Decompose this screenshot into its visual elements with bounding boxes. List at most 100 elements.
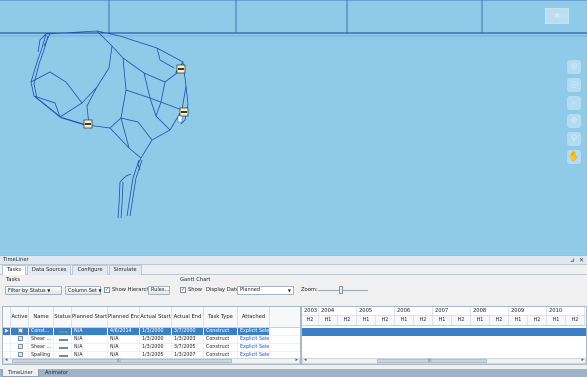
col-header-actual-start[interactable]: Actual Start (140, 307, 172, 327)
gantt-year-label: 2003 (304, 307, 319, 315)
table-row[interactable]: ✓ Shear ... N/A N/A 1/3/2000 3/7/2005 Construc… (3, 344, 300, 352)
display-dates-value: Planned (240, 287, 261, 293)
gantt-scroll-left-arrow[interactable]: ◂ (304, 357, 307, 363)
gantt-half-label: H1 (319, 316, 338, 325)
active-checkbox[interactable]: ✓ (11, 344, 29, 351)
active-checkbox-box[interactable]: ✓ (18, 336, 23, 341)
actual-end: 1/3/2003 (172, 336, 204, 343)
planned-start: N/A (72, 328, 108, 335)
active-checkbox[interactable]: ✓ (11, 328, 29, 335)
actual-end: 3/7/2005 (172, 344, 204, 351)
actual-start: 1/3/2000 (140, 328, 172, 335)
tab-tasks[interactable]: Tasks (2, 265, 26, 275)
zoom-label: Zoom: (301, 287, 318, 293)
tasks-group-label: Tasks (6, 277, 20, 283)
gantt-horizontal-scrollbar[interactable]: ◂ III ▸ (302, 357, 586, 364)
display-dates-select[interactable]: Planned ▼ (237, 286, 294, 295)
task-name: Shear ... (29, 336, 54, 343)
task-type: Construct (204, 328, 238, 335)
row-indicator (3, 344, 11, 351)
gantt-half-label: H1 (509, 316, 528, 325)
structure-wireframe (30, 30, 189, 219)
task-name: Const... (29, 328, 54, 335)
attached[interactable]: Explicit Selectio (238, 328, 270, 335)
active-checkbox-box[interactable]: ✓ (18, 328, 23, 333)
app-window: ▣ ⊕ ◎ ⌕ ✥ ⚲ ✋ TimeLiner ⊿ ✕ Tasks Data S… (0, 0, 587, 377)
zoom-slider-thumb[interactable] (339, 286, 343, 294)
gantt-year-label: 2005 (357, 307, 395, 315)
zoom-icon[interactable]: ⌕ (567, 96, 581, 110)
grid-header: Active Name Status Planned Start Planned… (3, 307, 300, 328)
look-around-icon[interactable]: ◎ (567, 78, 581, 92)
dock-tabs: TimeLiner Animator (0, 369, 587, 377)
task-name: Shear ... (29, 344, 54, 351)
tab-configure[interactable]: Configure (72, 265, 108, 275)
show-hierarchy-checkbox[interactable]: ✓ (104, 287, 110, 293)
scroll-left-arrow[interactable]: ◂ (5, 357, 8, 363)
gantt-scroll-right-arrow[interactable]: ▸ (581, 357, 584, 363)
tab-simulate[interactable]: Simulate (108, 265, 142, 275)
col-header-attached[interactable]: Attached (238, 307, 270, 327)
col-header-status[interactable]: Status (54, 307, 72, 327)
gantt-scrollbar-thumb[interactable]: III (377, 358, 487, 363)
gantt-half-label: H1 (547, 316, 566, 325)
rules-button[interactable]: Rules... (148, 286, 170, 295)
attached[interactable]: Explicit Selectio (238, 344, 270, 351)
table-row[interactable]: ▶ ✓ Const... N/A 4/6/2014 1/3/2000 3/7/2000 Con… (3, 328, 300, 336)
gantt-year-label: 2009 (509, 307, 547, 315)
scroll-right-arrow[interactable]: ▸ (295, 357, 298, 363)
3d-viewport[interactable]: ▣ ⊕ ◎ ⌕ ✥ ⚲ ✋ (0, 0, 587, 255)
planned-start: N/A (72, 336, 108, 343)
panel-title-bar: TimeLiner ⊿ ✕ (0, 256, 587, 265)
model-view (0, 0, 587, 219)
pan-icon[interactable]: ✋ (567, 150, 581, 164)
col-header-active[interactable]: Active (11, 307, 29, 327)
table-row[interactable]: ✓ Shear ... N/A N/A 1/3/2000 1/3/2003 Construc… (3, 336, 300, 344)
gantt-half-label: H1 (471, 316, 490, 325)
gantt-half-label: H2 (528, 316, 547, 325)
col-header-name[interactable]: Name (29, 307, 54, 327)
show-gantt-checkbox[interactable]: ✓ (180, 287, 186, 293)
tab-data-sources[interactable]: Data Sources (26, 265, 72, 275)
gantt-half-label: H2 (414, 316, 433, 325)
zoom-slider-track[interactable] (318, 290, 368, 291)
view-cube-badge[interactable]: ▣ (545, 8, 569, 24)
zoom-window-icon[interactable]: ⊕ (567, 60, 581, 74)
filter-by-status-button[interactable]: Filter by Status ▼ (5, 286, 62, 295)
chevron-down-icon: ▼ (287, 288, 291, 293)
status-indicator (54, 344, 72, 351)
grid-horizontal-scrollbar[interactable]: ◂ III ▸ (3, 357, 300, 364)
close-icon[interactable]: ✕ (579, 256, 584, 265)
walk-icon[interactable]: ⚲ (567, 132, 581, 146)
col-header-planned-start[interactable]: Planned Start (72, 307, 108, 327)
actual-start: 1/3/2000 (140, 336, 172, 343)
col-header-planned-end[interactable]: Planned End (108, 307, 140, 327)
active-checkbox-box[interactable]: ✓ (18, 352, 23, 357)
col-header-task-type[interactable]: Task Type (204, 307, 238, 327)
site-markers (83, 64, 189, 129)
gantt-halves-header: H2H1H2H1H2H1H2H1H2H1H2H1H2H1H2H1 (302, 316, 586, 326)
orbit-icon[interactable]: ✥ (567, 114, 581, 128)
gantt-half-label: H2 (338, 316, 357, 325)
planned-end: 4/6/2014 (108, 328, 140, 335)
row-indicator (3, 336, 11, 343)
gantt-chart[interactable]: 2003 2004 2005 2006 2007 2008 2009 2010 H2 H1 H2 H… (301, 306, 587, 365)
gantt-group-label: Gantt Chart (180, 277, 211, 283)
active-checkbox[interactable]: ✓ (11, 336, 29, 343)
scrollbar-thumb[interactable]: III (12, 358, 232, 363)
gantt-half-label: H2 (376, 316, 395, 325)
dock-tab-timeliner[interactable]: TimeLiner (2, 369, 39, 377)
status-indicator (54, 336, 72, 343)
panel-tabs: Tasks Data Sources Configure Simulate (0, 265, 587, 275)
timeliner-panel: TimeLiner ⊿ ✕ Tasks Data Sources Configu… (0, 255, 587, 377)
gantt-half-label: H1 (357, 316, 376, 325)
scrollbar-grip: III (117, 358, 121, 363)
attached[interactable]: Explicit Selectio (238, 336, 270, 343)
planned-end: N/A (108, 336, 140, 343)
actual-end: 3/7/2000 (172, 328, 204, 335)
column-set-button[interactable]: Column Set ▼ (65, 286, 102, 295)
pin-icon[interactable]: ⊿ (570, 256, 575, 265)
col-header-actual-end[interactable]: Actual End (172, 307, 204, 327)
dock-tab-animator[interactable]: Animator (40, 369, 73, 377)
active-checkbox-box[interactable]: ✓ (18, 344, 23, 349)
